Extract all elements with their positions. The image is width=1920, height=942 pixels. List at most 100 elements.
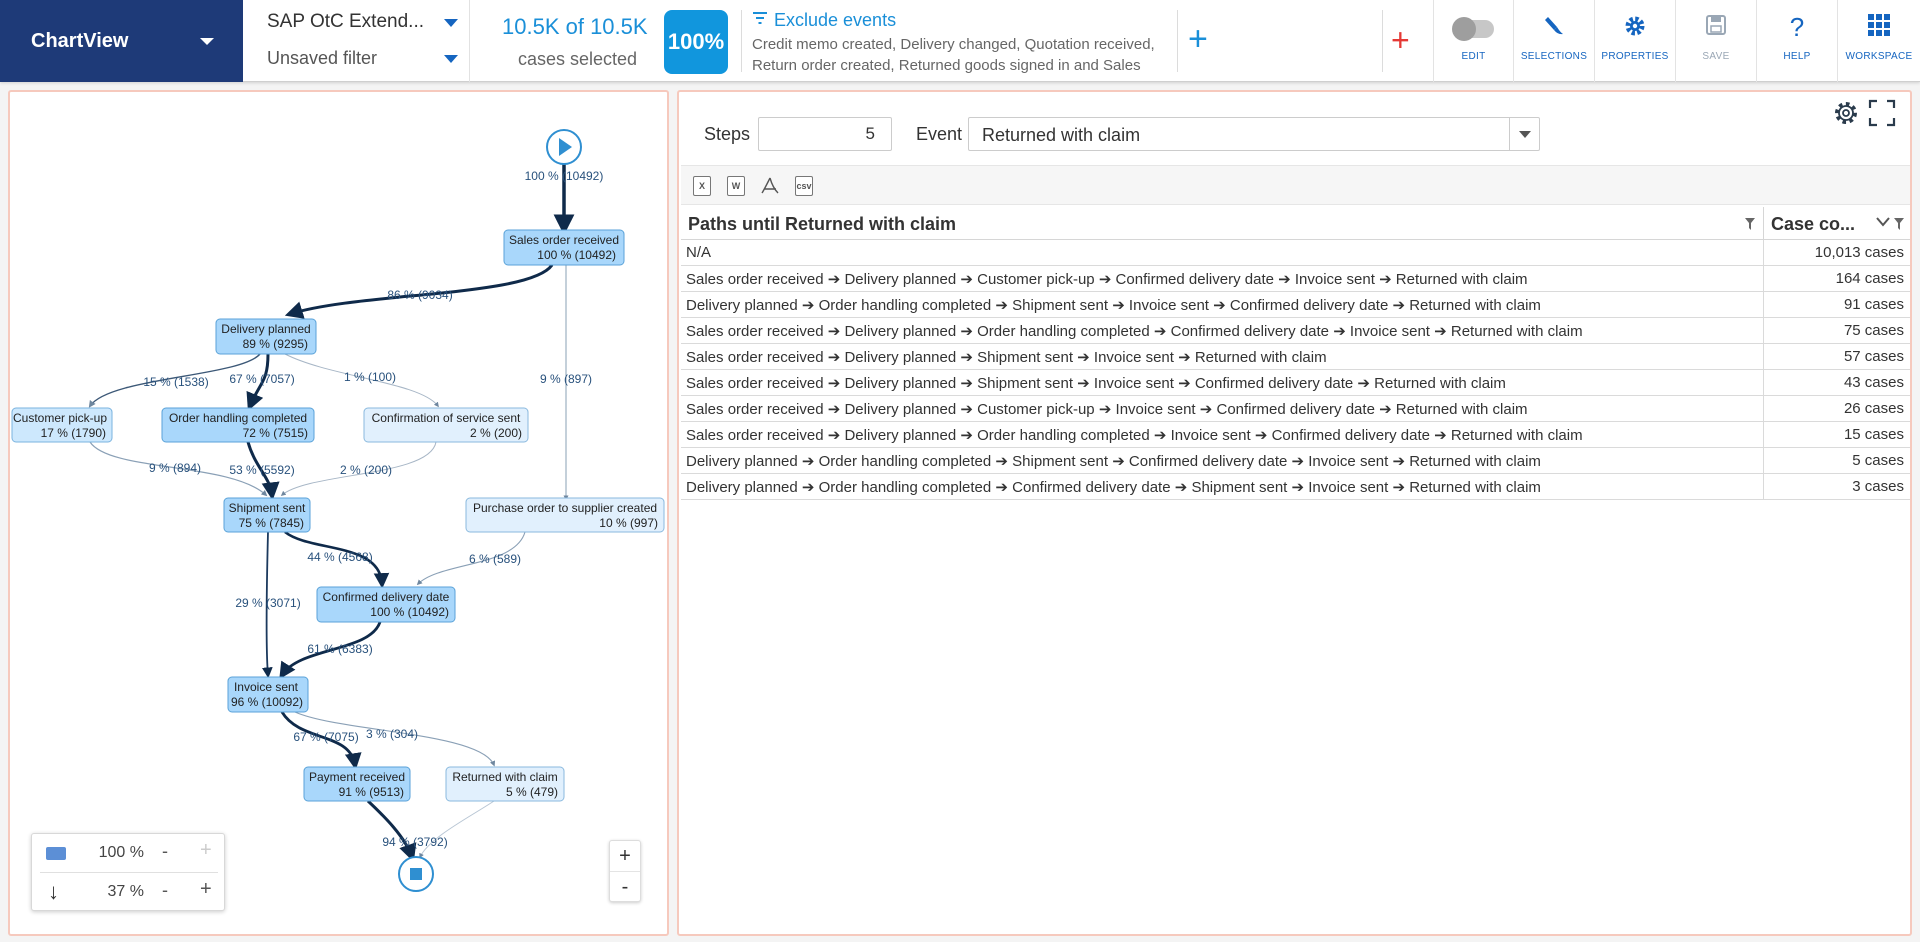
node-confirmation-of-service-sent[interactable]: Confirmation of service sent 2 % (200) <box>363 407 529 443</box>
column-header-case-count[interactable]: Case co... <box>1771 214 1855 235</box>
steps-input[interactable] <box>758 117 892 151</box>
column-divider <box>1763 474 1764 500</box>
node-name: Shipment sent <box>229 501 306 515</box>
gear-icon <box>1595 14 1675 43</box>
case-count-cell: 15 cases <box>1843 426 1904 443</box>
table-row[interactable]: Delivery planned ➔ Order handling comple… <box>681 292 1910 318</box>
chevron-down-icon[interactable] <box>444 19 458 27</box>
edge-label: 61 % (6383) <box>307 642 372 656</box>
path-decrease-button[interactable]: - <box>162 880 168 901</box>
help-button[interactable]: ? HELP <box>1756 0 1837 82</box>
edge-label: 9 % (894) <box>149 461 201 475</box>
node-shipment-sent[interactable]: Shipment sent 75 % (7845) <box>223 497 311 533</box>
node-order-handling-completed[interactable]: Order handling completed 72 % (7515) <box>161 407 315 443</box>
case-count-cell: 75 cases <box>1843 322 1904 339</box>
properties-label: PROPERTIES <box>1601 51 1669 62</box>
settings-gear-icon[interactable] <box>1832 99 1860 132</box>
workspace-button[interactable]: WORKSPACE <box>1837 0 1920 82</box>
add-filter-button[interactable]: + <box>1188 22 1208 56</box>
node-invoice-sent[interactable]: Invoice sent 96 % (10092) <box>227 676 309 713</box>
table-row[interactable]: Delivery planned ➔ Order handling comple… <box>681 474 1910 500</box>
node-returned-with-claim[interactable]: Returned with claim 5 % (479) <box>445 766 565 802</box>
column-divider <box>1763 422 1764 448</box>
filter-icon[interactable] <box>1894 217 1904 235</box>
path-cell: Sales order received ➔ Delivery planned … <box>686 427 1583 444</box>
cases-percent-badge: 100% <box>664 10 728 74</box>
zoom-in-button[interactable]: + <box>610 841 640 871</box>
edit-toggle[interactable]: EDIT <box>1433 0 1513 82</box>
word-export-icon[interactable]: W <box>727 176 745 196</box>
case-count-cell: 43 cases <box>1843 374 1904 391</box>
filter-icon[interactable] <box>1745 217 1755 235</box>
column-divider[interactable] <box>1763 207 1764 240</box>
steps-label: Steps <box>704 124 751 144</box>
start-node[interactable] <box>546 129 582 165</box>
chevron-down-icon[interactable] <box>444 55 458 63</box>
node-delivery-planned[interactable]: Delivery planned 89 % (9295) <box>215 318 317 355</box>
excel-export-icon[interactable]: X <box>693 176 711 196</box>
table-row[interactable]: Delivery planned ➔ Order handling comple… <box>681 448 1910 474</box>
save-button[interactable]: SAVE <box>1675 0 1756 82</box>
properties-button[interactable]: PROPERTIES <box>1594 0 1675 82</box>
filter-subtitle[interactable]: Unsaved filter <box>267 48 377 69</box>
add-analysis-button[interactable]: + <box>1391 24 1410 56</box>
exclude-events-label: Exclude events <box>774 10 897 30</box>
chevron-down-icon[interactable] <box>1509 118 1539 150</box>
csv-export-icon[interactable]: csv <box>795 176 813 196</box>
node-stat: 100 % (10492) <box>370 605 449 619</box>
filter-icon <box>752 12 768 31</box>
case-count-cell: 91 cases <box>1843 296 1904 313</box>
arrow-down-icon: ↓ <box>48 879 59 904</box>
node-purchase-order-to-supplier-created[interactable]: Purchase order to supplier created 10 % … <box>465 497 665 533</box>
table-row[interactable]: Sales order received ➔ Delivery planned … <box>681 370 1910 396</box>
table-row[interactable]: Sales order received ➔ Delivery planned … <box>681 318 1910 344</box>
node-payment-received[interactable]: Payment received 91 % (9513) <box>303 766 411 802</box>
path-value: 37 % <box>107 883 144 900</box>
event-selected-value: Returned with claim <box>982 125 1141 145</box>
table-row[interactable]: Sales order received ➔ Delivery planned … <box>681 266 1910 292</box>
app-menu[interactable]: ChartView <box>0 0 243 82</box>
event-select[interactable]: Returned with claim <box>968 117 1540 151</box>
node-stat: 100 % (10492) <box>537 248 616 262</box>
table-row[interactable]: Sales order received ➔ Delivery planned … <box>681 344 1910 370</box>
exclude-events-title[interactable]: Exclude events <box>752 10 896 31</box>
table-row[interactable]: Sales order received ➔ Delivery planned … <box>681 422 1910 448</box>
filter-name[interactable]: SAP OtC Extend... <box>267 11 424 33</box>
column-header-paths[interactable]: Paths until Returned with claim <box>688 214 956 235</box>
node-confirmed-delivery-date[interactable]: Confirmed delivery date 100 % (10492) <box>316 586 456 623</box>
divider <box>1382 10 1383 72</box>
zoom-controls: + - <box>609 840 641 902</box>
column-divider <box>1763 448 1764 474</box>
end-node[interactable] <box>398 856 434 892</box>
node-name: Delivery planned <box>221 322 310 336</box>
fullscreen-icon[interactable] <box>1868 99 1896 132</box>
path-increase-button[interactable]: + <box>200 878 212 901</box>
filter-selector[interactable]: SAP OtC Extend... Unsaved filter <box>252 0 470 82</box>
node-name: Purchase order to supplier created <box>473 501 657 515</box>
activity-value: 100 % <box>98 844 144 861</box>
process-map-panel[interactable]: 100 % (10492) 86 % (9034) 9 % (897) 15 %… <box>8 90 669 936</box>
zoom-out-button[interactable]: - <box>610 871 640 901</box>
node-customer-pick-up[interactable]: Customer pick-up 17 % (1790) <box>11 407 113 443</box>
activity-decrease-button[interactable]: - <box>162 841 168 862</box>
edge-label: 67 % (7057) <box>229 372 294 386</box>
question-mark-icon: ? <box>1789 12 1805 42</box>
column-divider <box>1763 292 1764 318</box>
table-row[interactable]: Sales order received ➔ Delivery planned … <box>681 396 1910 422</box>
process-map-canvas[interactable]: 100 % (10492) 86 % (9034) 9 % (897) 15 %… <box>10 92 667 934</box>
toggle-switch-icon[interactable] <box>1451 17 1494 41</box>
edge-label: 2 % (200) <box>340 463 392 477</box>
selections-button[interactable]: SELECTIONS <box>1513 0 1594 82</box>
activity-increase-button[interactable]: + <box>200 839 212 862</box>
cases-count: 10.5K of 10.5K <box>502 14 648 39</box>
sort-desc-icon[interactable] <box>1876 215 1890 233</box>
selections-label: SELECTIONS <box>1520 51 1588 62</box>
chevron-down-icon[interactable] <box>200 38 214 45</box>
pdf-export-icon[interactable] <box>761 176 779 196</box>
node-sales-order-received[interactable]: Sales order received 100 % (10492) <box>503 229 625 266</box>
start-edge-label: 100 % (10492) <box>525 169 604 183</box>
exclude-events-filter[interactable]: Exclude events Credit memo created, Deli… <box>752 0 1172 82</box>
case-count-cell: 3 cases <box>1852 478 1904 495</box>
table-row[interactable]: N/A 10,013 cases <box>681 240 1910 266</box>
map-detail-controls: 100 % - + ↓ 37 % - + <box>31 833 225 911</box>
